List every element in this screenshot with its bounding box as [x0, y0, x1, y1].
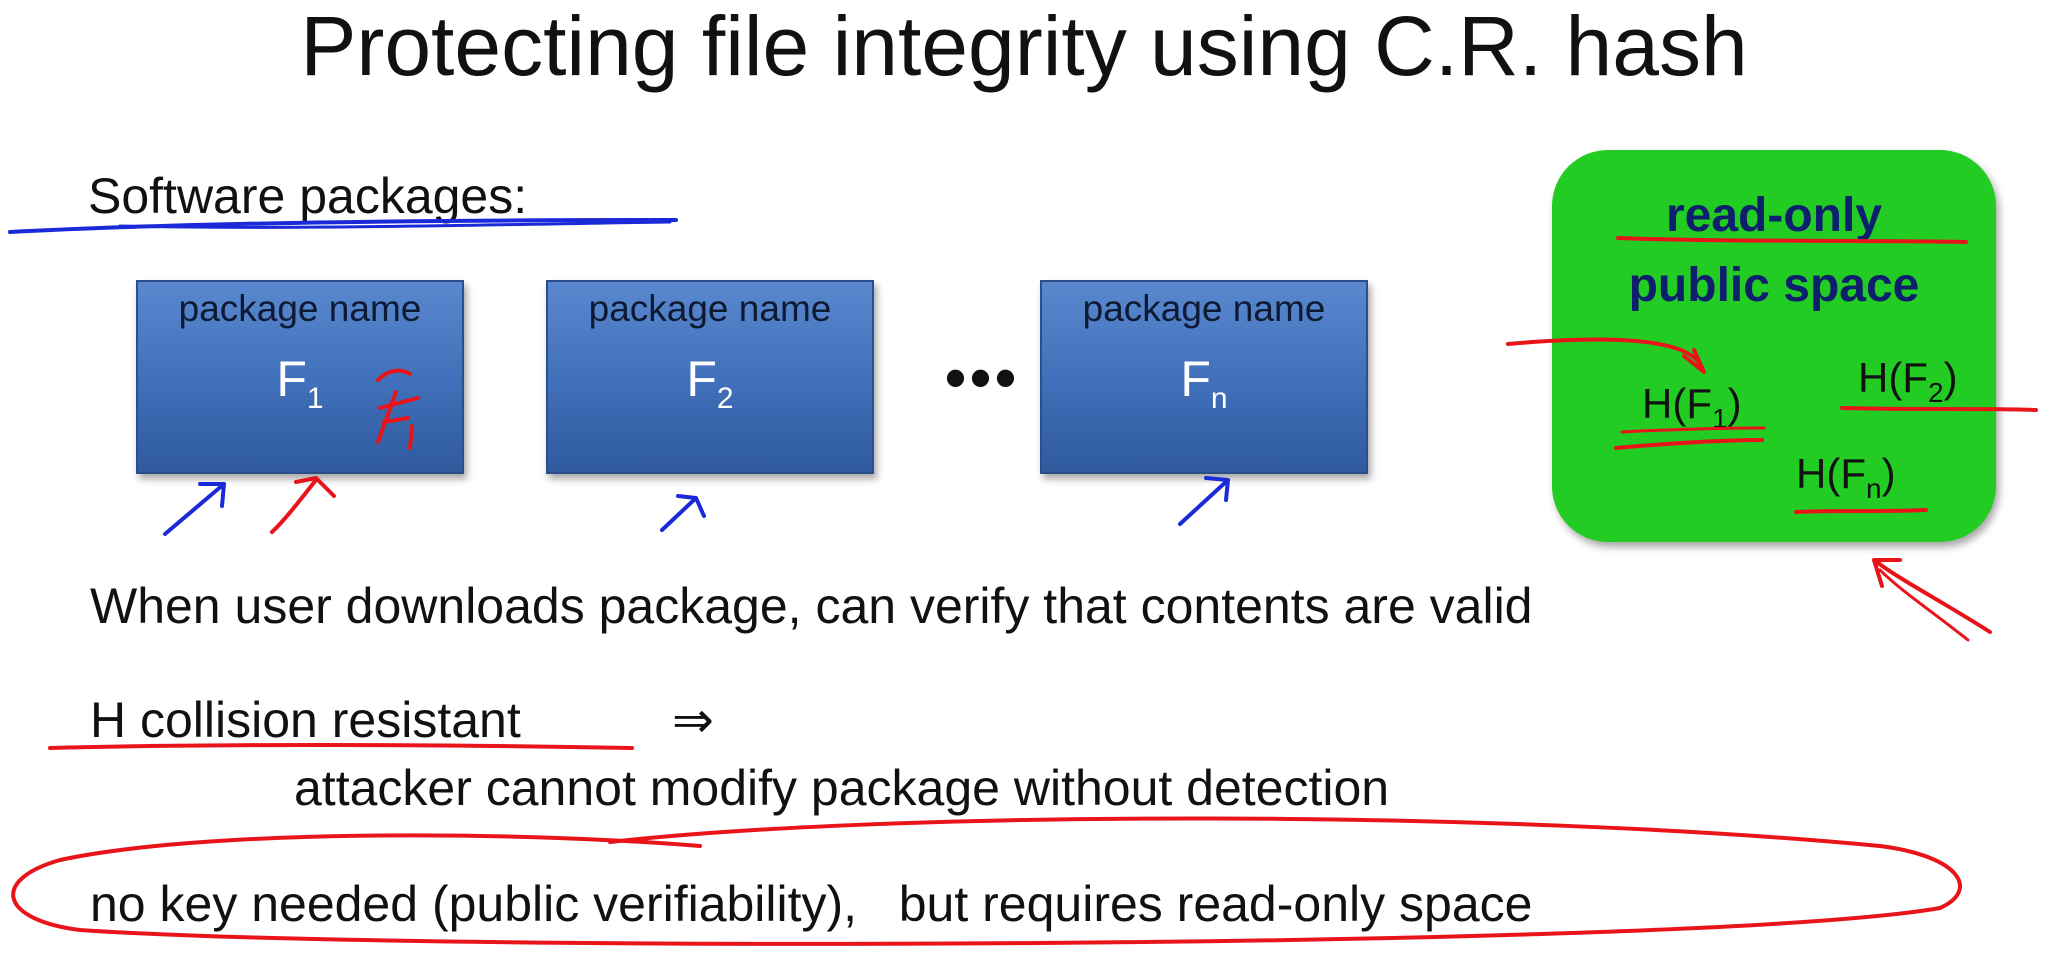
red-underline-hf1-2 [1620, 426, 1766, 434]
red-underline-collision [48, 743, 634, 750]
red-underline-hf2 [1840, 406, 2038, 412]
blue-arrow-icon [660, 494, 706, 532]
red-hat-icon [376, 368, 412, 382]
ink-annotations [8, 218, 2038, 946]
red-f1-icon [376, 390, 420, 450]
red-arrow-icon [1506, 337, 1706, 374]
red-arrow-icon [1878, 568, 1970, 642]
red-underline-read-only [1616, 236, 1968, 244]
blue-arrow-icon [163, 482, 226, 536]
red-arrow-icon [1872, 558, 1992, 634]
red-arrow-icon [270, 476, 336, 534]
blue-arrow-icon [1178, 476, 1230, 526]
red-ellipse-conclusion [11, 816, 1962, 946]
red-underline-hf1 [1614, 438, 1764, 450]
red-underline-hfn [1794, 508, 1928, 514]
